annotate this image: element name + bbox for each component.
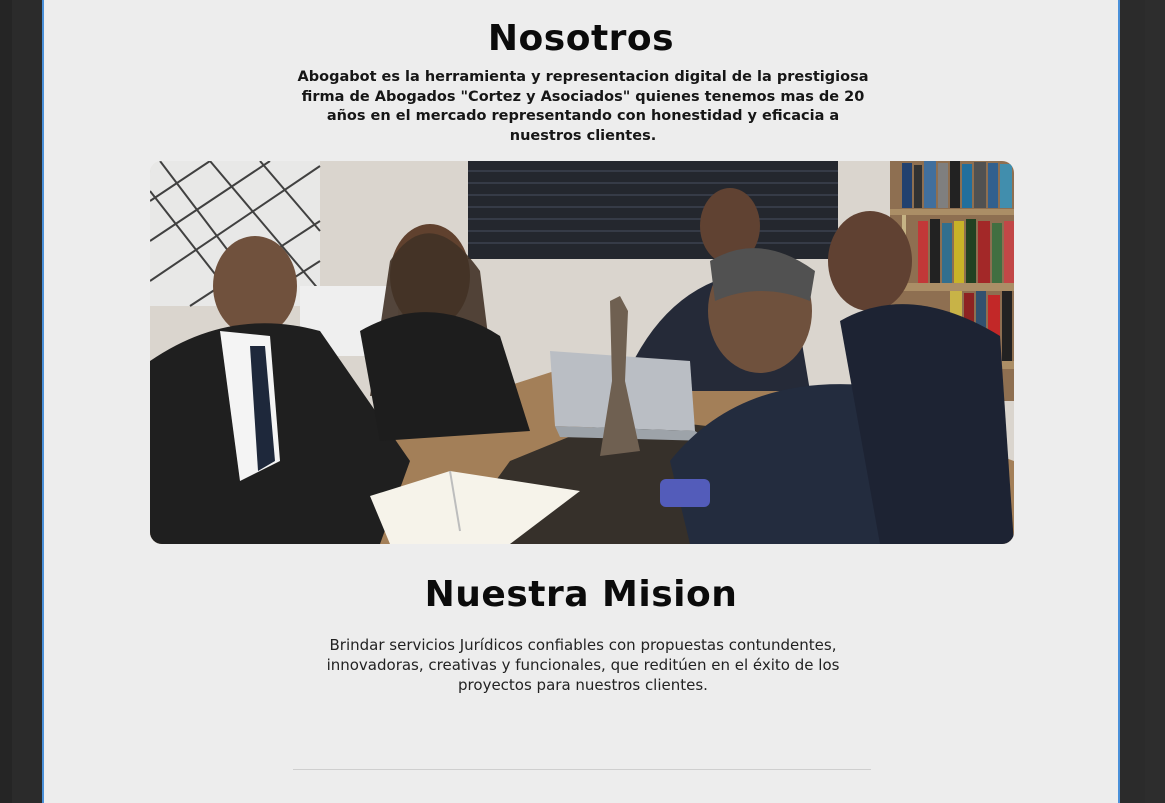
mission-title: Nuestra Mision [424, 574, 738, 615]
team-photo [150, 161, 1014, 544]
page-content: Nosotros Abogabot es la herramienta y re… [42, 0, 1120, 803]
about-description: Abogabot es la herramienta y representac… [297, 69, 869, 144]
outer-frame-right [1145, 0, 1165, 803]
outer-frame-left [0, 0, 12, 803]
section-divider [293, 769, 871, 770]
about-title: Nosotros [487, 18, 675, 59]
mission-description: Brindar servicios Jurídicos confiables c… [326, 636, 840, 694]
